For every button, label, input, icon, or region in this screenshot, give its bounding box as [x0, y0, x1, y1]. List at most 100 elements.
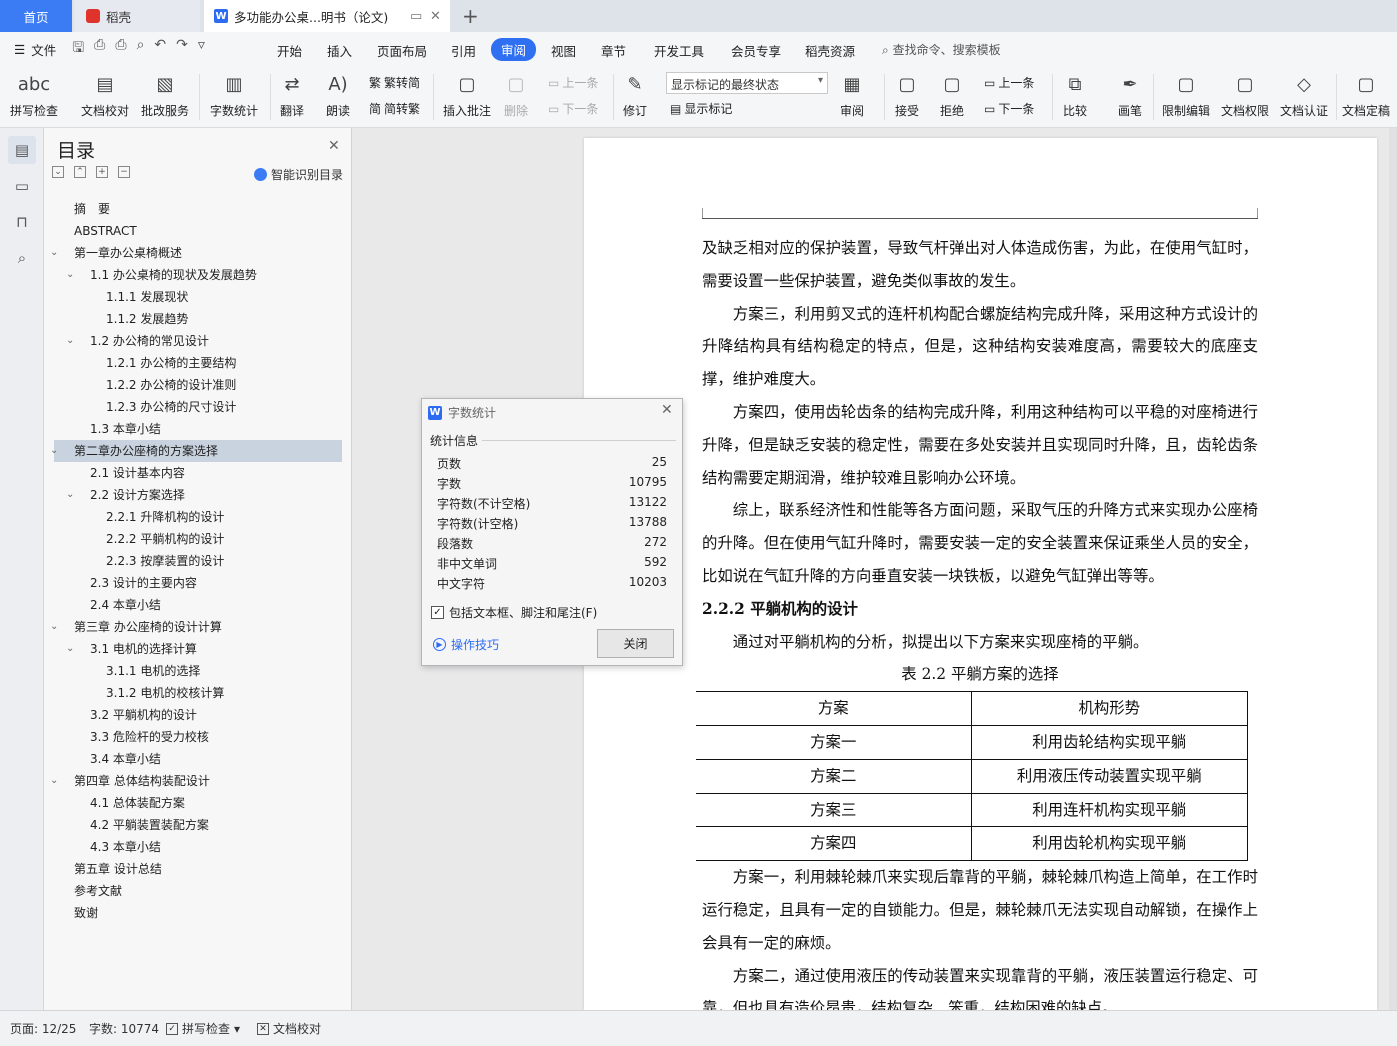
menu-insert[interactable]: 插入	[327, 41, 352, 60]
toc-item[interactable]: 1.2.2 办公椅的设计准则	[54, 374, 342, 396]
collapse-all-icon[interactable]: ⌃	[74, 166, 86, 178]
chevron-down-icon[interactable]: ⌄	[50, 770, 58, 792]
toc-item[interactable]: 1.3 本章小结	[54, 418, 342, 440]
print-preview-icon[interactable]: ⌕	[137, 37, 145, 61]
menu-section[interactable]: 章节	[601, 41, 626, 60]
toc-item[interactable]: 3.1.1 电机的选择	[54, 660, 342, 682]
tab-daoke[interactable]: 稻壳	[74, 0, 200, 32]
chevron-down-icon[interactable]: ⌄	[66, 264, 74, 286]
ink-button[interactable]: ✒ 画笔	[1117, 70, 1143, 119]
compare-button[interactable]: ⧉ 比较	[1062, 70, 1088, 119]
restrict-editing-button[interactable]: ▢ 限制编辑	[1162, 70, 1210, 119]
redo-icon[interactable]: ↷	[176, 37, 188, 61]
menu-daoke-resources[interactable]: 稻壳资源	[805, 41, 855, 60]
toc-item[interactable]: 1.1.1 发展现状	[54, 286, 342, 308]
toc-item[interactable]: ⌄ 1.2 办公椅的常见设计	[54, 330, 342, 352]
chevron-down-icon[interactable]: ⌄	[50, 242, 58, 264]
word-count-indicator[interactable]: 字数: 10774	[89, 1020, 159, 1037]
toc-item[interactable]: 2.2.3 按摩装置的设计	[54, 550, 342, 572]
review-pane-button[interactable]: ▦ 审阅	[839, 70, 865, 119]
revise-service-button[interactable]: ▧ 批改服务	[141, 70, 189, 119]
menu-page-layout[interactable]: 页面布局	[377, 41, 427, 60]
prev-revision-button[interactable]: ▭ 上一条	[984, 74, 1034, 91]
doc-permission-button[interactable]: ▢ 文档权限	[1221, 70, 1269, 119]
print-icon[interactable]: ⎙	[115, 37, 126, 61]
toc-item[interactable]: ⌄ 2.2 设计方案选择	[54, 484, 342, 506]
smart-toc-button[interactable]: 智能识别目录	[254, 166, 343, 183]
toc-item[interactable]: 参考文献	[54, 880, 342, 902]
chevron-down-icon[interactable]: ⌄	[50, 440, 58, 462]
toc-item[interactable]: 2.4 本章小结	[54, 594, 342, 616]
toc-item[interactable]: 4.2 平躺装置装配方案	[54, 814, 342, 836]
remove-heading-icon[interactable]: −	[118, 166, 130, 178]
prev-comment-button[interactable]: ▭ 上一条	[548, 74, 598, 91]
chevron-down-icon[interactable]: ⌄	[66, 638, 74, 660]
include-footnotes-checkbox[interactable]: ✓ 包括文本框、脚注和尾注(F)	[431, 604, 597, 621]
find-icon[interactable]: ⌕	[8, 244, 36, 272]
insert-comment-button[interactable]: ▢ 插入批注	[443, 70, 491, 119]
toc-item[interactable]: ⌄ 第二章办公座椅的方案选择	[50, 440, 342, 462]
close-button[interactable]: 关闭	[597, 629, 674, 658]
export-pdf-icon[interactable]: ⎙	[94, 37, 105, 61]
menu-developer[interactable]: 开发工具	[654, 41, 704, 60]
doc-proof-status[interactable]: ✕ 文档校对	[257, 1020, 321, 1037]
trad-to-simp-button[interactable]: 繁繁转简	[369, 74, 420, 91]
toc-item[interactable]: 第五章 设计总结	[54, 858, 342, 880]
toc-item[interactable]: 2.2.2 平躺机构的设计	[54, 528, 342, 550]
bookmark-icon[interactable]: ⊓	[8, 208, 36, 236]
translate-button[interactable]: ⇄ 翻译	[279, 70, 305, 119]
command-search[interactable]: ⌕ 查找命令、搜索模板	[882, 41, 1001, 58]
menu-membership[interactable]: 会员专享	[731, 41, 781, 60]
toc-item[interactable]: 1.2.1 办公椅的主要结构	[54, 352, 342, 374]
spellcheck-status[interactable]: ✓ 拼写检查 ▾	[166, 1020, 240, 1037]
toc-pane-icon[interactable]: ▤	[8, 136, 36, 164]
menu-references[interactable]: 引用	[451, 41, 476, 60]
spellcheck-button[interactable]: abc 拼写检查	[10, 70, 58, 119]
close-icon[interactable]: ✕	[661, 402, 673, 418]
next-comment-button[interactable]: ▭ 下一条	[548, 100, 598, 117]
menu-view[interactable]: 视图	[551, 41, 576, 60]
new-tab-button[interactable]: +	[462, 4, 479, 28]
show-markup-button[interactable]: ▤ 显示标记	[670, 100, 732, 117]
chevron-down-icon[interactable]: ⌄	[66, 484, 74, 506]
accept-button[interactable]: ▢ 接受	[894, 70, 920, 119]
file-menu[interactable]: ☰ 文件	[0, 40, 56, 59]
finalize-button[interactable]: ▢ 文档定稿	[1342, 70, 1390, 119]
markup-mode-select[interactable]: 显示标记的最终状态	[666, 72, 828, 94]
toc-item[interactable]: ⌄ 3.1 电机的选择计算	[54, 638, 342, 660]
toc-item[interactable]: 3.2 平躺机构的设计	[54, 704, 342, 726]
toc-item[interactable]: 1.2.3 办公椅的尺寸设计	[54, 396, 342, 418]
toc-item[interactable]: ⌄ 第三章 办公座椅的设计计算	[50, 616, 342, 638]
delete-comment-button[interactable]: ▢ 删除	[503, 70, 529, 119]
toc-item[interactable]: ABSTRACT	[54, 220, 342, 242]
menu-review[interactable]: 审阅	[491, 38, 537, 61]
toc-item[interactable]: 3.4 本章小结	[54, 748, 342, 770]
reject-button[interactable]: ▢ 拒绝	[939, 70, 965, 119]
chevron-down-icon[interactable]: ⌄	[66, 330, 74, 352]
add-heading-icon[interactable]: +	[96, 166, 108, 178]
toc-item[interactable]: 1.1.2 发展趋势	[54, 308, 342, 330]
tab-home[interactable]: 首页	[0, 0, 72, 32]
document-page[interactable]: 及缺乏相对应的保护装置，导致气杆弹出对人体造成伤害，为此，在使用气缸时，需要设置…	[584, 138, 1377, 1017]
expand-all-icon[interactable]: ⌄	[52, 166, 64, 178]
tab-document[interactable]: W 多功能办公桌...明书（论文) ▭ ✕	[204, 0, 450, 32]
page-indicator[interactable]: 页面: 12/25	[10, 1020, 76, 1037]
tips-link[interactable]: ▶ 操作技巧	[433, 636, 499, 653]
doc-certify-button[interactable]: ◇ 文档认证	[1280, 70, 1328, 119]
toc-item[interactable]: ⌄ 1.1 办公桌椅的现状及发展趋势	[54, 264, 342, 286]
customize-icon[interactable]: ▿	[198, 37, 205, 61]
next-revision-button[interactable]: ▭ 下一条	[984, 100, 1034, 117]
read-aloud-button[interactable]: A) 朗读	[325, 70, 351, 119]
undo-icon[interactable]: ↶	[154, 37, 166, 61]
toc-item[interactable]: 3.1.2 电机的校核计算	[54, 682, 342, 704]
close-icon[interactable]: ✕	[328, 138, 340, 154]
toc-item[interactable]: ⌄ 第四章 总体结构装配设计	[50, 770, 342, 792]
menu-start[interactable]: 开始	[277, 41, 302, 60]
chevron-down-icon[interactable]: ⌄	[50, 616, 58, 638]
doc-proof-button[interactable]: ▤ 文档校对	[81, 70, 129, 119]
word-count-button[interactable]: ▥ 字数统计	[210, 70, 258, 119]
save-icon[interactable]: 🖫	[72, 37, 84, 61]
toc-item[interactable]: 致谢	[54, 902, 342, 924]
right-scroll-edge[interactable]	[1389, 128, 1397, 1010]
track-changes-button[interactable]: ✎ 修订	[622, 70, 648, 119]
